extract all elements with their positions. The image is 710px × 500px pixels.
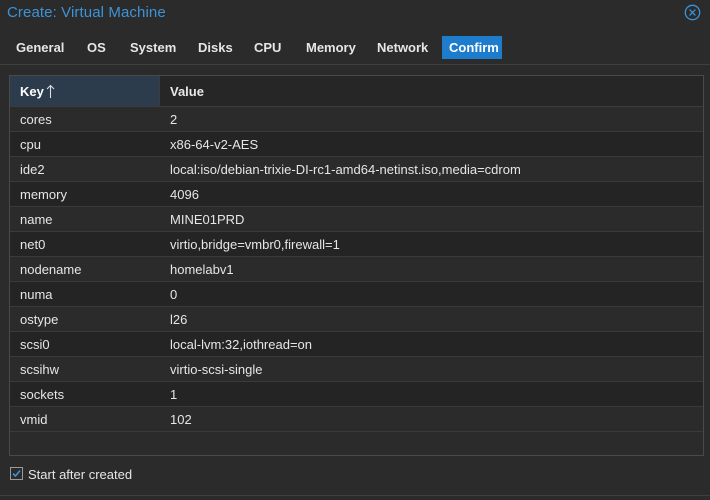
row-key: net0 [20,237,46,252]
row-value: homelabv1 [170,262,234,277]
table-row[interactable]: scsi0 local-lvm:32,iothread=on [10,332,703,357]
row-key: scsi0 [20,337,50,352]
start-after-created-checkbox[interactable] [10,467,23,480]
row-key: cpu [20,137,41,152]
table-row[interactable]: vmid 102 [10,407,703,432]
key-column-label: Key [20,84,44,99]
tab-memory[interactable]: Memory [299,36,363,59]
table-row[interactable]: ide2 local:iso/debian-trixie-DI-rc1-amd6… [10,157,703,182]
tab-confirm[interactable]: Confirm [442,36,502,59]
dialog-title: Create: Virtual Machine [7,4,166,21]
table-row[interactable]: numa 0 [10,282,703,307]
row-value: 0 [170,287,178,302]
table-row[interactable]: name MINE01PRD [10,207,703,232]
dialog-footer: Start after created [0,461,710,500]
row-key: ostype [20,312,59,327]
footer-divider [0,495,710,496]
table-row[interactable]: cores 2 [10,107,703,132]
row-value: local-lvm:32,iothread=on [170,337,312,352]
table-row[interactable]: sockets 1 [10,382,703,407]
row-key: cores [20,112,52,127]
row-key: memory [20,187,67,202]
wizard-tab-bar: General OS System Disks CPU Memory Netwo… [0,29,710,65]
create-vm-dialog: Create: Virtual Machine General OS Syste… [0,0,710,500]
row-value: x86-64-v2-AES [170,137,259,152]
row-key: nodename [20,262,82,277]
row-value: 102 [170,412,192,427]
grid-header: Key Value [10,76,703,107]
row-key: numa [20,287,53,302]
table-row[interactable]: memory 4096 [10,182,703,207]
value-column-label: Value [170,84,204,99]
tab-cpu[interactable]: CPU [247,36,288,59]
row-key: vmid [20,412,48,427]
table-row[interactable]: cpu x86-64-v2-AES [10,132,703,157]
row-key: ide2 [20,162,45,177]
sort-ascending-icon [46,84,55,99]
grid-rows: cores 2 cpu x86-64-v2-AES ide2 local:iso… [10,107,703,432]
start-after-created-label[interactable]: Start after created [28,467,132,482]
row-value: virtio,bridge=vmbr0,firewall=1 [170,237,340,252]
row-value: 4096 [170,187,199,202]
tab-system[interactable]: System [123,36,183,59]
row-value: virtio-scsi-single [170,362,263,377]
value-column-header[interactable]: Value [160,76,703,106]
row-value: 1 [170,387,178,402]
row-key: name [20,212,53,227]
close-icon[interactable] [684,4,701,21]
row-value: 2 [170,112,178,127]
row-key: scsihw [20,362,60,377]
table-row[interactable]: scsihw virtio-scsi-single [10,357,703,382]
row-value: l26 [170,312,188,327]
title-bar: Create: Virtual Machine [0,0,710,26]
tab-network[interactable]: Network [370,36,435,59]
table-row[interactable]: nodename homelabv1 [10,257,703,282]
row-key: sockets [20,387,65,402]
tab-general[interactable]: General [9,36,71,59]
row-value: MINE01PRD [170,212,245,227]
key-column-header[interactable]: Key [10,76,160,106]
tab-os[interactable]: OS [80,36,113,59]
summary-grid: Key Value cores 2 cpu x86-64-v2-AES ide2… [9,75,704,456]
checkmark-icon [12,470,21,478]
table-row[interactable]: ostype l26 [10,307,703,332]
table-row[interactable]: net0 virtio,bridge=vmbr0,firewall=1 [10,232,703,257]
row-value: local:iso/debian-trixie-DI-rc1-amd64-net… [170,162,521,177]
tab-disks[interactable]: Disks [191,36,240,59]
